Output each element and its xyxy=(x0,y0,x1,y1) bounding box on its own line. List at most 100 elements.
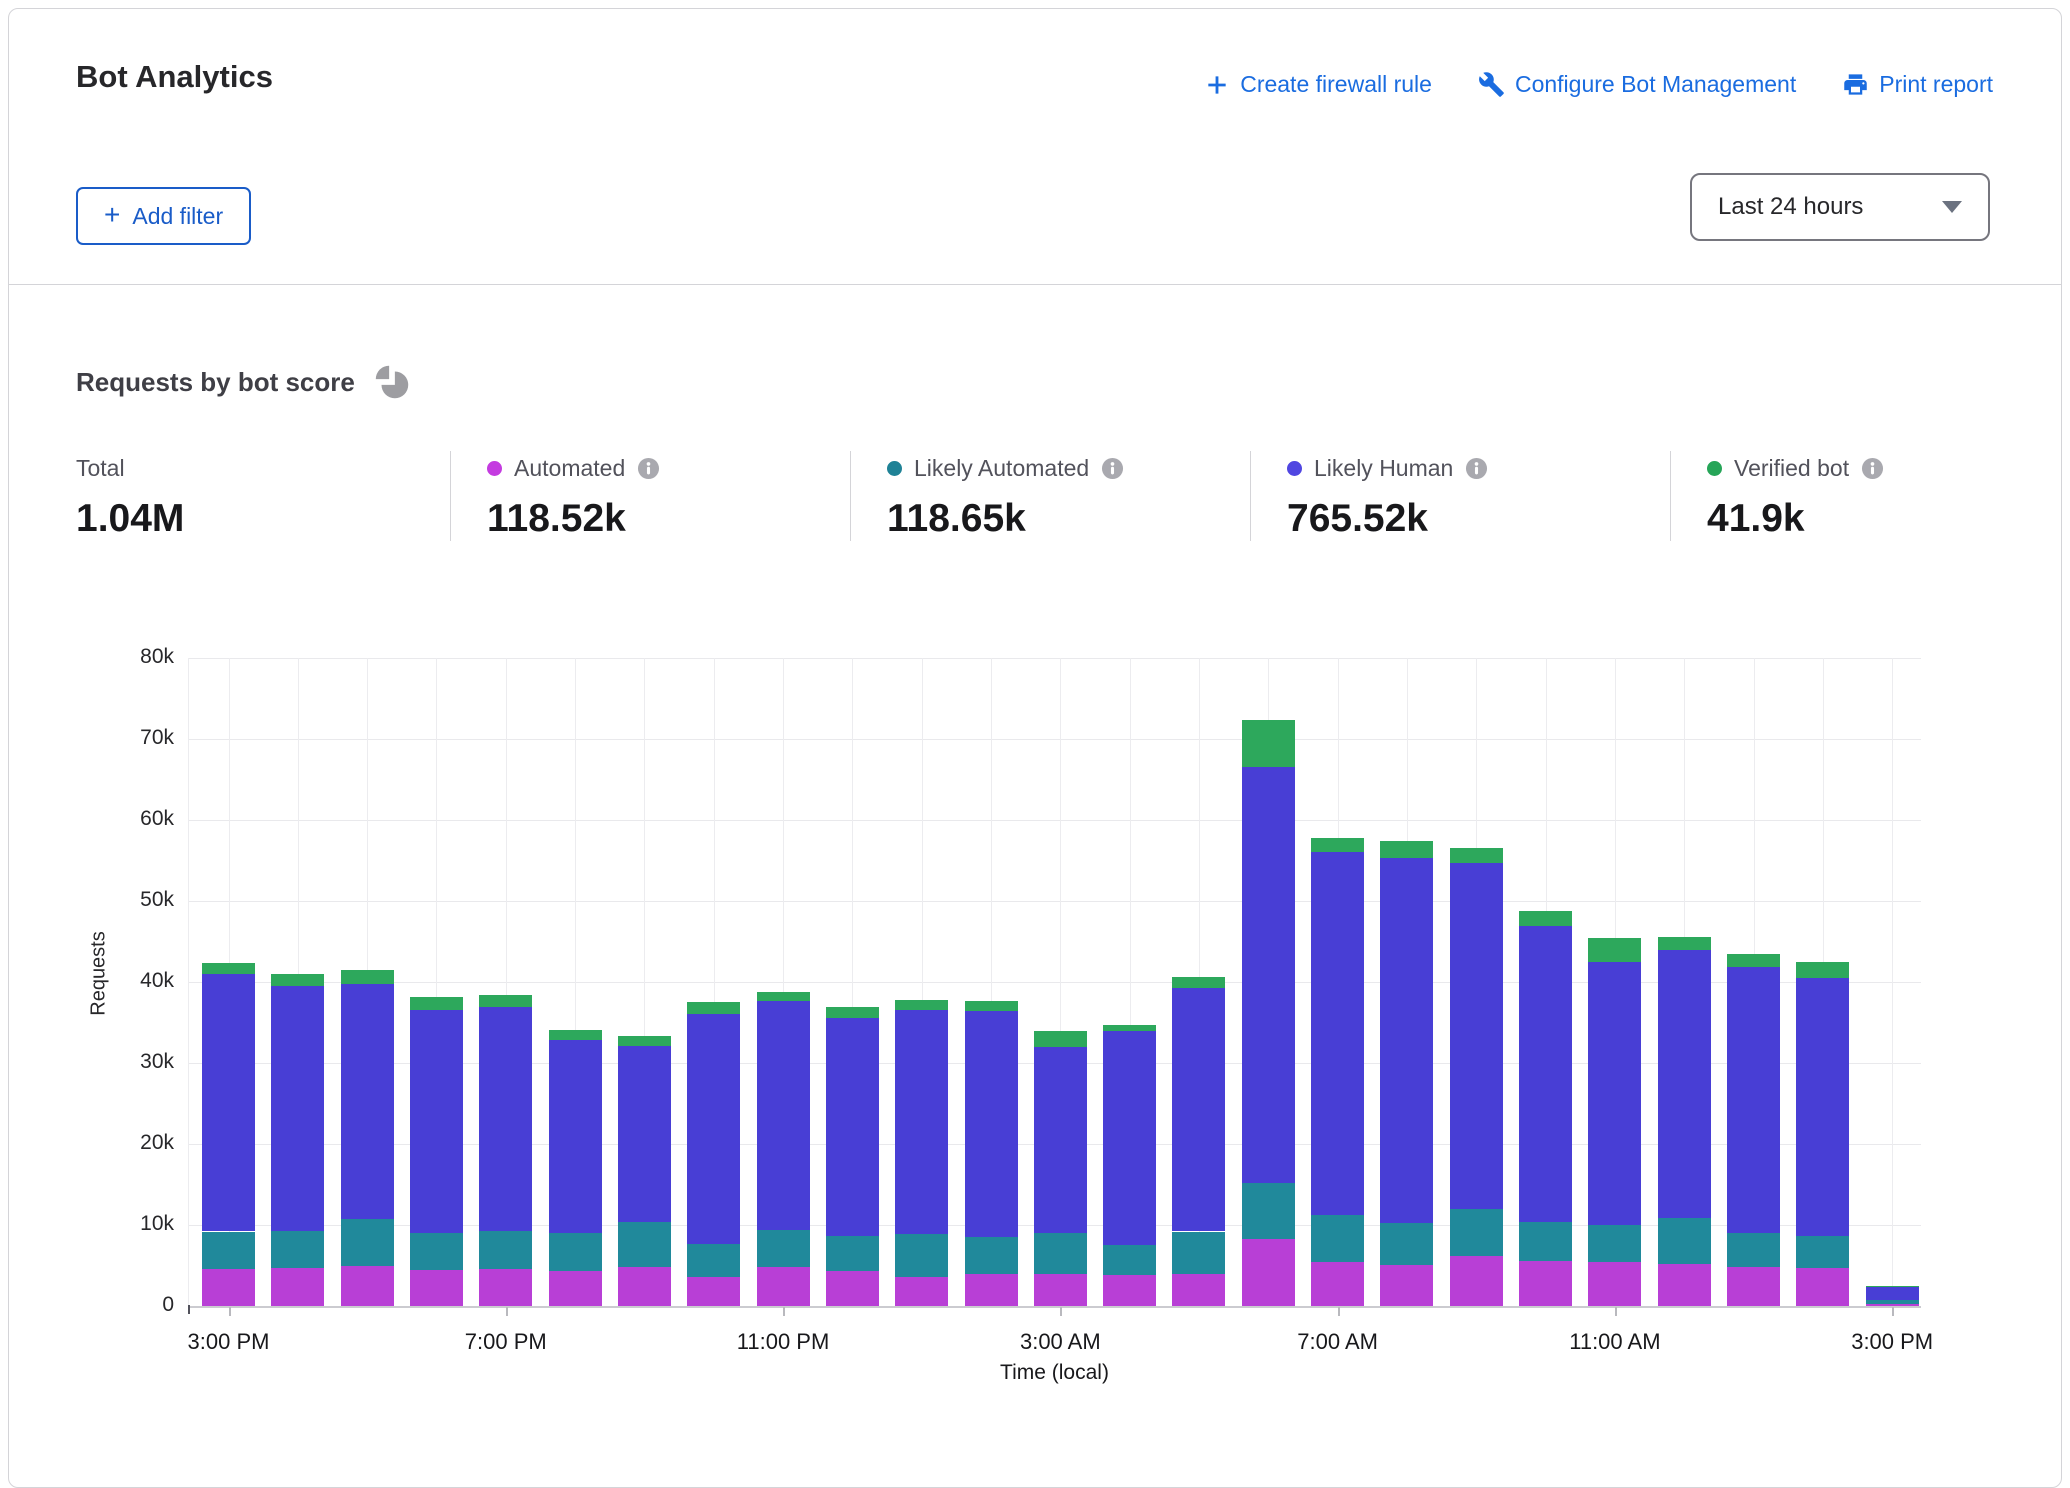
bar-likely-human[interactable] xyxy=(1311,852,1364,1216)
bar-likely-human[interactable] xyxy=(479,1007,532,1231)
bar-automated[interactable] xyxy=(757,1267,810,1306)
bar-automated[interactable] xyxy=(965,1274,1018,1306)
bar-likely-human[interactable] xyxy=(1727,967,1780,1233)
bar-likely-automated[interactable] xyxy=(1519,1222,1572,1262)
bar-likely-automated[interactable] xyxy=(1588,1225,1641,1262)
bar-likely-human[interactable] xyxy=(618,1046,671,1222)
bar-likely-automated[interactable] xyxy=(895,1234,948,1277)
bar-likely-automated[interactable] xyxy=(1658,1218,1711,1264)
bar-verified-bot[interactable] xyxy=(1172,977,1225,988)
bar-automated[interactable] xyxy=(1866,1304,1919,1306)
bar-likely-human[interactable] xyxy=(1519,926,1572,1222)
bar-automated[interactable] xyxy=(618,1267,671,1306)
bar-verified-bot[interactable] xyxy=(1380,841,1433,858)
bar-likely-human[interactable] xyxy=(1380,858,1433,1223)
bar-verified-bot[interactable] xyxy=(341,970,394,984)
bar-verified-bot[interactable] xyxy=(1658,937,1711,951)
bar-verified-bot[interactable] xyxy=(1242,720,1295,767)
bar-verified-bot[interactable] xyxy=(757,992,810,1002)
bar-automated[interactable] xyxy=(271,1268,324,1306)
bar-likely-automated[interactable] xyxy=(965,1237,1018,1273)
bar-likely-human[interactable] xyxy=(1034,1047,1087,1233)
bar-likely-automated[interactable] xyxy=(1242,1183,1295,1239)
bar-likely-human[interactable] xyxy=(1588,962,1641,1225)
bar-likely-human[interactable] xyxy=(965,1011,1018,1237)
bar-likely-automated[interactable] xyxy=(479,1231,532,1269)
bar-automated[interactable] xyxy=(1588,1262,1641,1306)
bar-automated[interactable] xyxy=(341,1266,394,1306)
bar-likely-automated[interactable] xyxy=(1034,1233,1087,1274)
bar-likely-automated[interactable] xyxy=(341,1219,394,1267)
bar-verified-bot[interactable] xyxy=(687,1002,740,1013)
bar-likely-automated[interactable] xyxy=(271,1231,324,1268)
bar-verified-bot[interactable] xyxy=(618,1036,671,1046)
bar-likely-automated[interactable] xyxy=(1866,1300,1919,1304)
bar-automated[interactable] xyxy=(202,1269,255,1306)
bar-automated[interactable] xyxy=(687,1277,740,1306)
info-icon[interactable] xyxy=(1101,457,1124,480)
bar-likely-automated[interactable] xyxy=(826,1236,879,1272)
time-range-select[interactable]: Last 24 hours xyxy=(1690,173,1990,241)
bar-likely-automated[interactable] xyxy=(1727,1233,1780,1267)
bar-likely-automated[interactable] xyxy=(687,1244,740,1277)
bar-likely-human[interactable] xyxy=(687,1014,740,1244)
bar-likely-human[interactable] xyxy=(1796,978,1849,1236)
bar-verified-bot[interactable] xyxy=(1796,962,1849,978)
bar-likely-automated[interactable] xyxy=(410,1233,463,1270)
bar-likely-automated[interactable] xyxy=(1311,1215,1364,1262)
action-configure-bot-management[interactable]: Configure Bot Management xyxy=(1478,71,1796,98)
bar-likely-human[interactable] xyxy=(1866,1287,1919,1300)
bar-verified-bot[interactable] xyxy=(1727,954,1780,967)
bar-verified-bot[interactable] xyxy=(1866,1286,1919,1287)
bar-likely-human[interactable] xyxy=(410,1010,463,1234)
bar-likely-automated[interactable] xyxy=(1103,1245,1156,1275)
bar-automated[interactable] xyxy=(1172,1274,1225,1306)
bar-likely-human[interactable] xyxy=(1172,988,1225,1232)
bar-verified-bot[interactable] xyxy=(965,1001,1018,1012)
bar-automated[interactable] xyxy=(1103,1275,1156,1306)
action-print-report[interactable]: Print report xyxy=(1842,71,1993,98)
bar-automated[interactable] xyxy=(549,1271,602,1306)
bar-verified-bot[interactable] xyxy=(895,1000,948,1010)
bar-verified-bot[interactable] xyxy=(1519,911,1572,926)
bar-likely-human[interactable] xyxy=(1450,863,1503,1209)
bar-likely-human[interactable] xyxy=(1658,950,1711,1217)
bar-verified-bot[interactable] xyxy=(1450,848,1503,863)
bar-verified-bot[interactable] xyxy=(410,997,463,1009)
bar-verified-bot[interactable] xyxy=(1034,1031,1087,1046)
action-create-firewall-rule[interactable]: Create firewall rule xyxy=(1204,71,1432,98)
bar-automated[interactable] xyxy=(1658,1264,1711,1306)
bar-verified-bot[interactable] xyxy=(271,974,324,986)
bar-verified-bot[interactable] xyxy=(202,963,255,974)
bar-likely-automated[interactable] xyxy=(1380,1223,1433,1265)
bar-likely-human[interactable] xyxy=(202,974,255,1232)
bar-verified-bot[interactable] xyxy=(1103,1025,1156,1031)
bar-verified-bot[interactable] xyxy=(479,995,532,1007)
bar-verified-bot[interactable] xyxy=(1311,838,1364,852)
add-filter-button[interactable]: + Add filter xyxy=(76,187,251,245)
bar-verified-bot[interactable] xyxy=(826,1007,879,1018)
bar-likely-human[interactable] xyxy=(1242,767,1295,1183)
bar-automated[interactable] xyxy=(1519,1261,1572,1306)
info-icon[interactable] xyxy=(637,457,660,480)
bar-likely-human[interactable] xyxy=(826,1018,879,1236)
bar-automated[interactable] xyxy=(410,1270,463,1306)
bar-likely-automated[interactable] xyxy=(1796,1236,1849,1268)
bar-automated[interactable] xyxy=(1727,1267,1780,1306)
bar-automated[interactable] xyxy=(895,1277,948,1306)
bar-likely-human[interactable] xyxy=(271,986,324,1231)
bar-automated[interactable] xyxy=(1311,1262,1364,1306)
bar-automated[interactable] xyxy=(1242,1239,1295,1306)
bar-likely-automated[interactable] xyxy=(618,1222,671,1267)
bar-likely-human[interactable] xyxy=(1103,1031,1156,1245)
bar-likely-automated[interactable] xyxy=(202,1232,255,1269)
bar-likely-automated[interactable] xyxy=(757,1230,810,1267)
bar-likely-automated[interactable] xyxy=(1172,1232,1225,1274)
bar-automated[interactable] xyxy=(479,1269,532,1306)
bar-automated[interactable] xyxy=(1450,1256,1503,1306)
bar-verified-bot[interactable] xyxy=(1588,938,1641,961)
bar-likely-automated[interactable] xyxy=(549,1233,602,1271)
bar-likely-automated[interactable] xyxy=(1450,1209,1503,1256)
bar-likely-human[interactable] xyxy=(757,1001,810,1229)
info-icon[interactable] xyxy=(1861,457,1884,480)
